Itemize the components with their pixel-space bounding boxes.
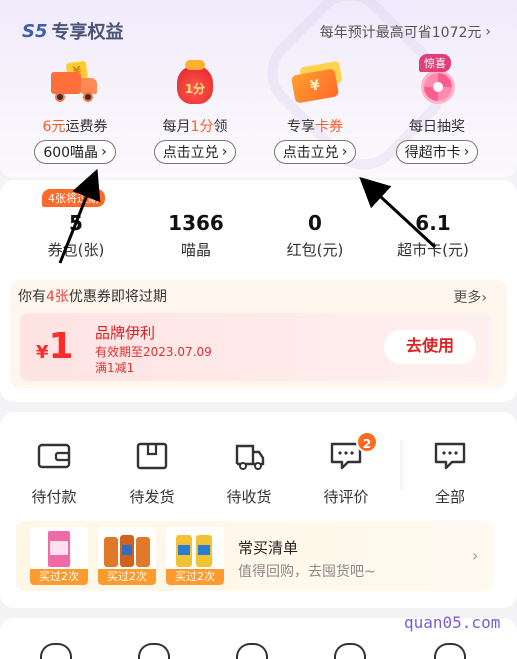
stat-red-packets[interactable]: 0 红包(元) [255,211,375,260]
stat-label: 喵晶 [180,241,211,259]
expiring-coupons-notice: 你有4张优惠券即将过期 [18,289,167,305]
order-pending-shipment[interactable]: 待发货 [112,440,192,507]
member-benefits-card: S5 专享权益 每年预计最高可省1072元 › ¥ 6元运费券 600喵晶 › … [0,0,517,178]
order-label: 待收货 [226,488,272,506]
watermark: quan05.com [404,613,501,632]
review-count-badge: 2 [356,431,378,453]
stat-value: 1366 [168,211,224,235]
benefit-shipping-coupon[interactable]: ¥ 6元运费券 600喵晶 › [20,60,130,164]
coupon-name: 品牌伊利 [95,324,156,342]
brand-title-text: 专享权益 [51,22,124,43]
expiring-badge: 4张将过期 [42,189,105,207]
product-thumb-oil[interactable]: 买过2次 [98,527,156,585]
bought-tag: 买过2次 [98,569,156,585]
redeem-600-button[interactable]: 600喵晶 › [34,140,116,164]
annual-savings-text: 每年预计最高可省1072元 [319,25,482,41]
chevron-right-icon: › [463,144,470,160]
scroll-divider [400,440,406,490]
wallet-icon [36,440,72,472]
order-label: 待付款 [31,488,77,506]
surprise-badge: 惊喜 [419,54,451,72]
chevron-right-icon: › [101,144,107,160]
brand-title: S5 专享权益 [22,18,124,44]
annual-savings-link[interactable]: 每年预计最高可省1072元 › [320,22,491,42]
chevron-right-icon: › [472,546,479,565]
stat-market-card[interactable]: 6.1 超市卡(元) [373,211,493,260]
stat-value: 0 [308,211,322,235]
benefit-exclusive-card[interactable]: ¥ 专享卡券 点击立兑 › [260,60,370,164]
order-label: 待评价 [323,488,369,506]
coupon-amount: ¥1 [36,326,74,367]
stat-label: 券包(张) [47,241,105,259]
coupon-validity: 有效期至2023.07.09 [95,345,212,359]
benefit-label: 每日抽奖 [409,119,465,135]
stat-value: 6.1 [415,211,451,235]
benefit-label: 专享卡券 [287,119,343,135]
redeem-button[interactable]: 点击立兑 › [153,140,237,164]
order-all[interactable]: 全部 [410,440,490,507]
benefit-daily-lottery[interactable]: 惊喜 每日抽奖 得超市卡 › [382,54,492,164]
bought-tag: 买过2次 [166,569,224,585]
benefit-label: 每月1分领 [162,119,228,135]
ticket-icon: ¥ [283,60,347,106]
frequent-list-subtitle: 值得回购，去囤货吧~ [238,564,376,580]
benefit-label: 6元运费券 [42,119,108,135]
get-market-card-button[interactable]: 得超市卡 › [395,140,479,164]
stat-coupons[interactable]: 5 券包(张) [16,211,136,260]
lucky-bag-icon: 1分 [163,60,227,106]
delivery-truck-icon [231,440,267,472]
benefits-row: ¥ 6元运费券 600喵晶 › 1分 每月1分领 点击立兑 › ¥ 专享卡券 点… [0,54,517,170]
stat-crystals[interactable]: 1366 喵晶 [136,211,256,260]
benefit-monthly-penny[interactable]: 1分 每月1分领 点击立兑 › [140,60,250,164]
more-coupons-link[interactable]: 更多› [453,287,487,307]
coupon-rule: 满1减1 [95,361,135,375]
stat-value: 5 [69,211,83,235]
chevron-right-icon: › [221,144,228,160]
product-thumb-cooking-oil[interactable]: 买过2次 [166,527,224,585]
frequent-list-title: 常买清单 [238,539,299,557]
package-icon [134,440,170,472]
bought-tag: 买过2次 [30,569,88,585]
chevron-right-icon: › [485,24,491,40]
truck-icon: ¥ [43,60,107,106]
product-thumb-rice[interactable]: 买过2次 [30,527,88,585]
redeem-button[interactable]: 点击立兑 › [273,140,357,164]
stat-label: 红包(元) [286,241,344,259]
all-orders-icon [432,440,468,472]
order-pending-payment[interactable]: 待付款 [14,440,94,507]
order-label: 全部 [434,488,465,506]
use-coupon-button[interactable]: 去使用 [384,330,476,364]
s5-badge: S5 [22,20,48,42]
order-pending-receipt[interactable]: 待收货 [209,440,289,507]
order-label: 待发货 [129,488,175,506]
stat-label: 超市卡(元) [397,241,469,259]
lottery-wheel-icon: 惊喜 [405,54,469,106]
chevron-right-icon: › [341,144,348,160]
